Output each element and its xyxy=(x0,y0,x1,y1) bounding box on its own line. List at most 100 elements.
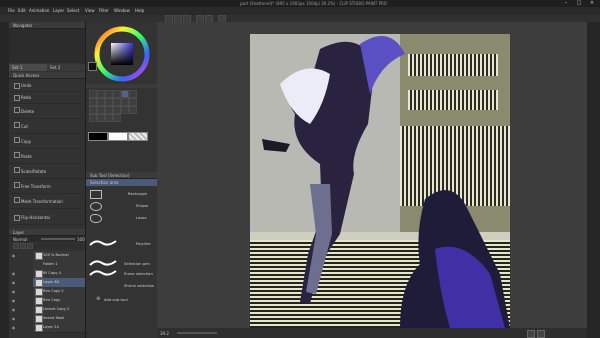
pencil-tool-icon[interactable] xyxy=(105,98,113,106)
set-tabs: Set 1 Set 2 xyxy=(9,64,85,71)
subtool-active-group[interactable]: Selection area xyxy=(86,179,158,186)
subtool-shrink-selection[interactable]: Shrink selection xyxy=(86,280,158,292)
eye-icon[interactable]: ◉ xyxy=(11,314,16,323)
lasso-icon xyxy=(90,214,102,223)
command-cut[interactable]: Cut xyxy=(11,119,83,134)
command-delete-label: Delete xyxy=(21,109,35,114)
fill-tool-icon[interactable] xyxy=(105,106,113,114)
artwork-canvas[interactable] xyxy=(250,34,510,328)
opacity-slider[interactable] xyxy=(41,238,75,240)
command-flip-horizontal[interactable]: Flip Horizontal xyxy=(11,212,83,225)
subtool-erase-selection[interactable]: Erase selection xyxy=(86,268,158,280)
menu-edit[interactable]: Edit xyxy=(18,8,26,13)
menu-help[interactable]: Help xyxy=(135,8,144,13)
command-scale-rotate[interactable]: Scale/Rotate xyxy=(11,164,83,179)
rotate-left-icon[interactable] xyxy=(527,330,535,338)
blend-mode-select[interactable]: Normal xyxy=(13,237,27,242)
command-delete[interactable]: Delete xyxy=(11,104,83,119)
background-color[interactable] xyxy=(108,132,128,141)
layer-name: Layer 38 xyxy=(43,280,59,284)
canvas-area[interactable] xyxy=(157,22,587,328)
delete-layer-icon[interactable] xyxy=(27,243,33,249)
subtool-polyline[interactable]: Polyline xyxy=(86,238,158,250)
line-correction-icon[interactable] xyxy=(113,114,121,122)
tab-set-2[interactable]: Set 2 xyxy=(47,64,85,71)
gradient-tool-icon[interactable] xyxy=(113,106,121,114)
pen-tool-icon[interactable] xyxy=(97,98,105,106)
zoom-slider[interactable] xyxy=(177,332,217,334)
layer-name: Folder 1 xyxy=(43,262,58,266)
add-subtool[interactable]: ⊕ Add sub tool xyxy=(86,294,158,306)
eraser-tool-icon[interactable] xyxy=(89,106,97,114)
foreground-color[interactable] xyxy=(88,132,108,141)
layer-toolbar xyxy=(11,243,83,249)
rotate-right-icon[interactable] xyxy=(537,330,545,338)
color-wheel[interactable] xyxy=(94,26,150,82)
new-folder-icon[interactable] xyxy=(20,243,26,249)
tab-set-2-label: Set 2 xyxy=(50,65,61,70)
operation-tool-icon[interactable] xyxy=(105,90,113,98)
minimize-button[interactable]: – xyxy=(560,0,572,7)
subtool-rectangle[interactable]: Rectangle xyxy=(86,188,158,200)
command-redo[interactable]: Redo xyxy=(11,92,83,104)
menu-file[interactable]: File xyxy=(8,8,15,13)
eye-icon[interactable]: ◉ xyxy=(11,251,16,260)
window-title: part (Shattered)* (895 x 1903px 350dpi 3… xyxy=(240,1,387,6)
tab-set-1[interactable]: Set 1 xyxy=(9,64,47,71)
balloon-tool-icon[interactable] xyxy=(105,114,113,122)
rectangle-icon xyxy=(90,190,102,199)
menu-view[interactable]: View xyxy=(85,8,95,13)
close-button[interactable]: × xyxy=(586,0,598,7)
command-mesh-transformation[interactable]: Mesh Transformation xyxy=(11,194,83,209)
eye-icon[interactable]: ◉ xyxy=(11,269,16,278)
brush-tool-icon[interactable] xyxy=(113,98,121,106)
layer-row[interactable]: Layer 24 xyxy=(33,323,85,333)
command-copy[interactable]: Copy xyxy=(11,134,83,149)
text-tool-icon[interactable] xyxy=(97,114,105,122)
title-bar: part (Shattered)* (895 x 1903px 350dpi 3… xyxy=(0,0,600,7)
eye-icon[interactable]: ◉ xyxy=(11,305,16,314)
decoration-tool-icon[interactable] xyxy=(129,98,137,106)
menu-window[interactable]: Window xyxy=(114,8,130,13)
command-undo[interactable]: Undo xyxy=(11,80,83,92)
subtool-ellipse[interactable]: Ellipse xyxy=(86,200,158,212)
eye-icon[interactable]: ◉ xyxy=(11,278,16,287)
command-free-transform[interactable]: Free Transform xyxy=(11,179,83,194)
auto-select-icon[interactable] xyxy=(129,90,137,98)
menu-filter[interactable]: Filter xyxy=(99,8,109,13)
maximize-button[interactable]: □ xyxy=(573,0,585,7)
flip-horizontal-icon xyxy=(14,215,20,221)
scale-rotate-icon xyxy=(14,167,20,173)
command-redo-label: Redo xyxy=(21,95,32,100)
move-tool-icon[interactable] xyxy=(97,90,105,98)
move-layer-icon[interactable] xyxy=(113,90,121,98)
menu-layer[interactable]: Layer xyxy=(53,8,64,13)
cut-icon xyxy=(14,122,20,128)
subtool-lasso[interactable]: Lasso xyxy=(86,212,158,224)
command-paste[interactable]: Paste xyxy=(11,149,83,164)
add-subtool-label: Add sub tool xyxy=(104,297,128,302)
eye-icon[interactable]: ◉ xyxy=(11,296,16,305)
selection-tool-icon[interactable] xyxy=(121,90,129,98)
eyedropper-icon[interactable] xyxy=(89,98,97,106)
airbrush-tool-icon[interactable] xyxy=(121,98,129,106)
zoom-tool-icon[interactable] xyxy=(89,90,97,98)
menu-animation[interactable]: Animation xyxy=(29,8,49,13)
ruler-tool-icon[interactable] xyxy=(89,114,97,122)
eye-icon[interactable]: ◉ xyxy=(11,323,16,332)
transparent-color[interactable] xyxy=(128,132,148,141)
ellipse-icon xyxy=(90,202,102,211)
add-icon: ⊕ xyxy=(96,296,101,302)
new-layer-icon[interactable] xyxy=(13,243,19,249)
menu-select[interactable]: Select xyxy=(67,8,79,13)
command-mesh-transformation-label: Mesh Transformation xyxy=(21,199,63,204)
subtool-erase-selection-label: Erase selection xyxy=(124,271,153,276)
main-color-swatch[interactable] xyxy=(88,62,97,71)
frame-tool-icon[interactable] xyxy=(129,106,137,114)
blend-tool-icon[interactable] xyxy=(97,106,105,114)
navigator-preview[interactable] xyxy=(9,29,85,63)
figure-tool-icon[interactable] xyxy=(121,106,129,114)
eye-icon[interactable]: ◉ xyxy=(11,287,16,296)
mesh-transform-icon xyxy=(14,197,20,203)
zoom-value[interactable]: 39.2 xyxy=(160,331,169,336)
